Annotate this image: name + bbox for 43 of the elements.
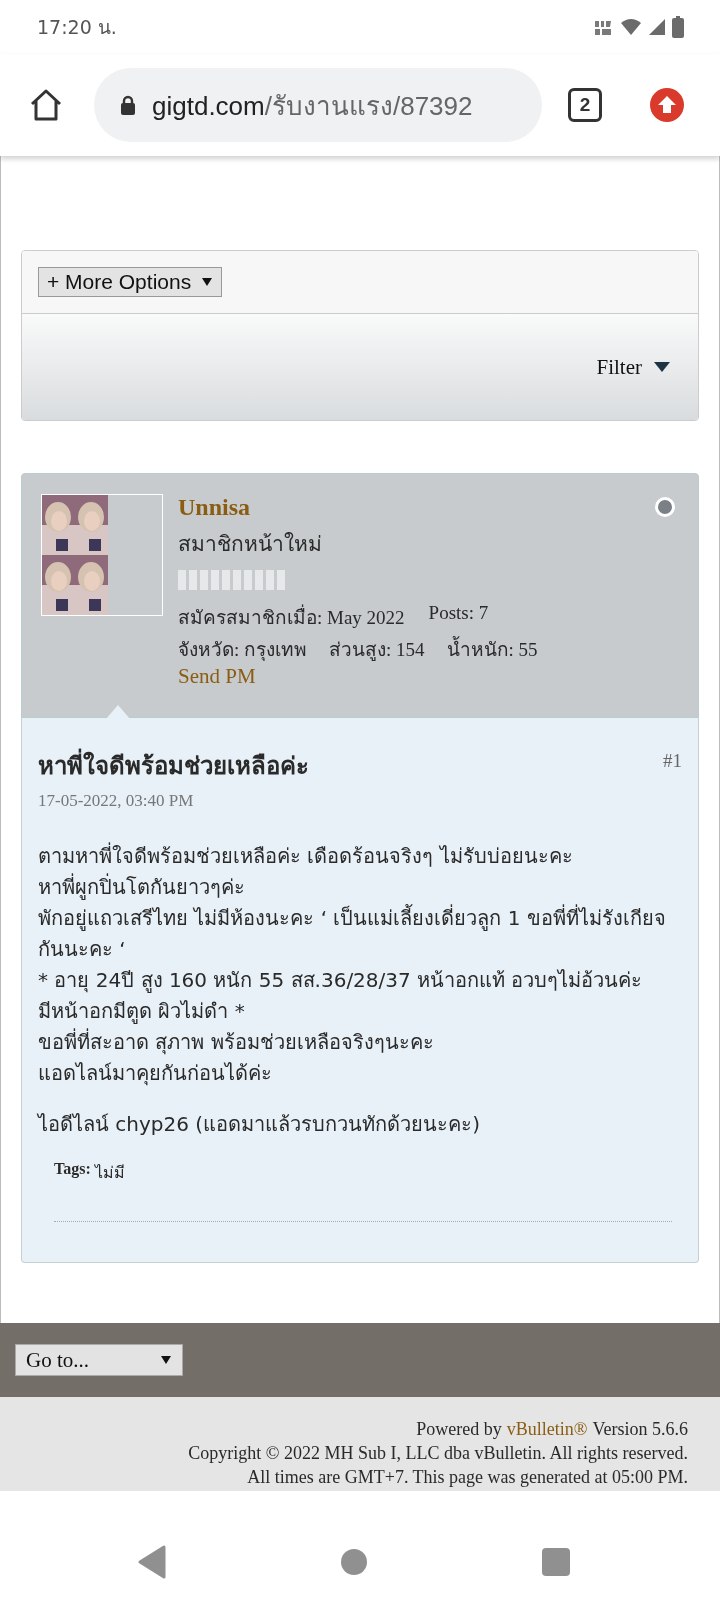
post-text: หาพี่ผูกปิ่นโตกันยาวๆค่ะ (38, 872, 246, 902)
tab-count-button[interactable]: 2 (568, 88, 602, 122)
post-text: ขอพี่ที่สะอาด สุภาพ พร้อมช่วยเหลือจริงๆนะคะ (38, 1027, 435, 1057)
caret-icon (654, 361, 670, 373)
caret-icon (160, 1355, 172, 1365)
vbulletin-link[interactable]: vBulletin® (506, 1417, 588, 1441)
post-date: 17-05-2022, 03:40 PM (38, 791, 195, 811)
address-bar[interactable]: gigtd.com/รับงานแรง/87392 (94, 68, 542, 142)
user-rank: สมาชิกหน้าใหม่ (178, 531, 323, 558)
post-text: * อายุ 24ปี สูง 160 หนัก 55 สส.36/28/37 หน้าอกแท้ อวบๆไม่อ้วนค่ะ มีหน้าอกมีตูด ผิวไม่ดำ * (38, 967, 644, 1026)
username-link[interactable]: Unnisa (178, 494, 538, 521)
battery-icon (672, 16, 684, 38)
rank-bars-icon (178, 570, 285, 590)
user-stat: สมัครสมาชิกเมื่อ: May 2022 (178, 602, 405, 632)
post-text: แอดไลน์มาคุยกันก่อนได้ค่ะ (38, 1060, 273, 1088)
copyright-text: Copyright © 2022 MH Sub I, LLC dba vBulletin. All rights reserved. (188, 1442, 688, 1465)
timezone-text: All times are GMT+7. This page was generated at 05:00 PM. (247, 1466, 688, 1489)
user-stat: Posts: 7 (428, 602, 489, 625)
post-text: ไอดีไลน์ chyp26 (แอดมาแล้วรบกวนทักด้วยนะคะ) (38, 1111, 481, 1138)
user-stat: จังหวัด: กรุงเทพ (178, 638, 308, 663)
post-number-link[interactable]: #1 (663, 746, 682, 772)
post-title: หาพี่ใจดีพร้อมช่วยเหลือค่ะ (38, 746, 309, 785)
filter-button[interactable]: Filter (590, 353, 676, 381)
caret-icon (201, 277, 214, 287)
update-icon[interactable] (650, 88, 684, 122)
post-text: ตามหาพี่ใจดีพร้อมช่วยเหลือค่ะ เดือดร้อนจริงๆ ไม่รับบ่อยนะคะ (38, 841, 574, 870)
signal-icon (648, 18, 666, 36)
version-text: Version 5.6.6 (592, 1418, 688, 1441)
go-to-dropdown[interactable]: Go to... (15, 1344, 183, 1376)
status-time: 17:20 น. (37, 15, 117, 40)
lock-icon (120, 95, 136, 115)
tags-label: Tags: (54, 1160, 91, 1180)
post-text: พักอยู่แถวเสรีไทย ไม่มีห้องนะคะ ‘ เป็นแม่เลี้ยงเดี่ยวลูก 1 ขอพี่ที่ไม่รังเกียจกันนะคะ ‘ (38, 903, 667, 963)
more-options-button[interactable]: + More Options (38, 267, 223, 297)
home-icon[interactable] (28, 87, 64, 123)
user-stat: ส่วนสูง: 154 (329, 638, 425, 663)
user-stat: น้ำหนัก: 55 (446, 634, 538, 664)
send-pm-link[interactable]: Send PM (178, 664, 538, 689)
tags-value: ไม่มี (94, 1162, 125, 1184)
wifi-icon (620, 18, 642, 36)
back-icon[interactable] (138, 1545, 166, 1579)
powered-by-text: Powered by (416, 1418, 502, 1441)
url-text: gigtd.com/รับงานแรง/87392 (152, 89, 473, 123)
